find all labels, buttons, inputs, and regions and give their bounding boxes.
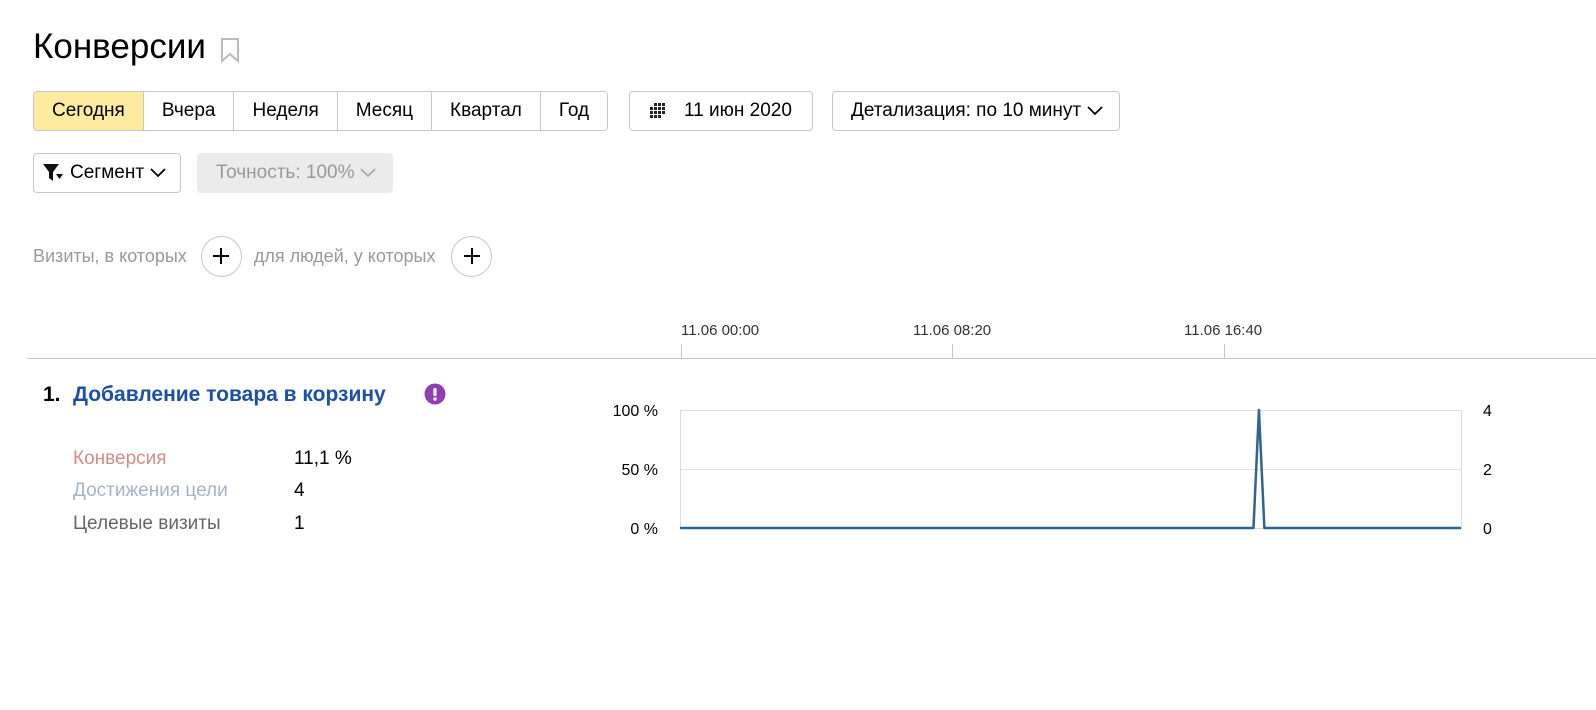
y-right-tick-label: 2: [1483, 462, 1492, 479]
accuracy-label: Точность: 100%: [216, 162, 355, 183]
detail-dropdown[interactable]: Детализация: по 10 минут: [832, 91, 1120, 131]
people-condition-label: для людей, у которых: [253, 245, 436, 266]
chevron-down-icon: [1087, 106, 1103, 116]
filter-icon: [42, 163, 64, 183]
add-visit-condition-button[interactable]: [200, 235, 242, 277]
timeline-tick-label: 11.06 08:20: [913, 322, 992, 339]
y-left-tick-label: 100 %: [613, 403, 658, 420]
timeline-tick-mark: [952, 344, 953, 359]
segment-label: Сегмент: [70, 162, 145, 183]
y-right-tick-label: 4: [1483, 403, 1492, 420]
metric-visits-value: 1: [294, 513, 305, 534]
timeline-tick-label: 11.06 16:40: [1184, 322, 1263, 339]
detail-label: Детализация: по 10 минут: [851, 100, 1082, 121]
metric-visits-label: Целевые визиты: [73, 513, 221, 534]
timeline-tick-label: 11.06 00:00: [681, 322, 760, 339]
bookmark-icon[interactable]: [220, 37, 240, 63]
period-quarter-button[interactable]: Квартал: [431, 92, 540, 130]
y-left-tick-label: 50 %: [622, 462, 658, 479]
visits-condition-label: Визиты, в которых: [33, 245, 187, 266]
chevron-down-icon: [360, 168, 377, 178]
page-title: Конверсии: [33, 26, 240, 68]
segment-dropdown[interactable]: Сегмент: [33, 153, 181, 193]
metric-reaches-label: Достижения цели: [73, 480, 228, 501]
metric-reaches-value: 4: [294, 480, 305, 501]
y-left-tick-label: 0 %: [630, 521, 658, 538]
timeline-tick-mark: [681, 344, 682, 359]
date-label: 11 июн 2020: [684, 100, 792, 121]
plus-icon: [463, 248, 480, 264]
period-year-button[interactable]: Год: [539, 92, 608, 130]
timeline-tick-mark: [1224, 344, 1225, 359]
warning-icon[interactable]: [424, 383, 446, 405]
conversion-chart: 100 % 50 % 0 % 4 2 0: [613, 403, 1492, 538]
chevron-down-icon: [150, 168, 166, 178]
period-month-button[interactable]: Месяц: [336, 92, 432, 130]
add-people-condition-button[interactable]: [451, 235, 493, 277]
period-selector: Сегодня Вчера Неделя Месяц Квартал Год: [33, 91, 609, 131]
metric-conversion-label: Конверсия: [73, 448, 167, 469]
goal-number: 1.: [43, 383, 61, 406]
y-right-tick-label: 0: [1483, 521, 1492, 538]
accuracy-dropdown[interactable]: Точность: 100%: [197, 153, 393, 193]
goal-title-link[interactable]: Добавление товара в корзину: [73, 383, 386, 407]
date-picker-button[interactable]: 11 июн 2020: [629, 91, 813, 131]
period-yesterday-button[interactable]: Вчера: [142, 92, 234, 130]
period-today-button[interactable]: Сегодня: [34, 92, 143, 130]
calendar-icon: [648, 103, 668, 119]
plus-icon: [213, 248, 230, 264]
page-title-text: Конверсии: [33, 27, 206, 66]
period-week-button[interactable]: Неделя: [233, 92, 337, 130]
metric-conversion-value: 11,1 %: [294, 448, 352, 469]
segment-conditions: Визиты, в которых для людей, у которых: [33, 235, 493, 277]
timeline-divider: [27, 358, 1596, 359]
